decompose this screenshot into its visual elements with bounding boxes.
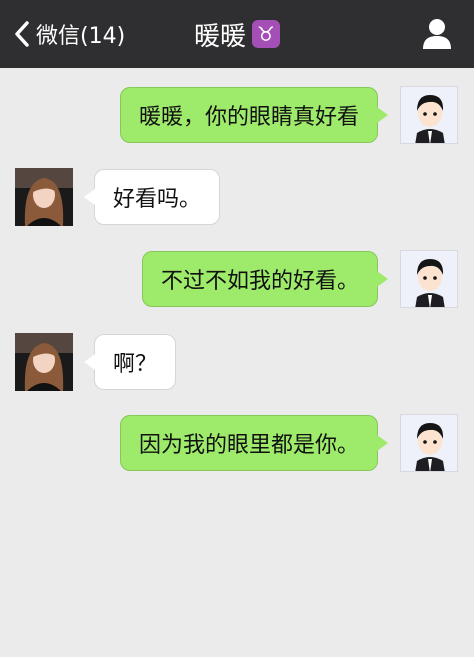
avatar[interactable] [400,250,458,308]
back-button[interactable]: 微信(14) [14,0,125,68]
girl-photo-avatar-icon [15,333,73,391]
top-navigation-bar: 微信(14) 暖暖 ♉ [0,0,474,68]
avatar[interactable] [15,333,73,391]
message-bubble-incoming[interactable]: 好看吗。 [83,169,221,225]
cartoon-boy-avatar-icon [401,87,457,143]
message-bubble-outgoing[interactable]: 不过不如我的好看。 [141,251,389,307]
profile-button[interactable] [422,18,452,50]
message-bubble-incoming[interactable]: 啊？ [83,334,177,390]
chevron-left-icon [14,20,30,48]
person-icon [423,19,451,49]
message-bubble-outgoing[interactable]: 暖暖，你的眼睛真好看 [119,87,389,143]
message-bubble-outgoing[interactable]: 因为我的眼里都是你。 [119,415,389,471]
cartoon-boy-avatar-icon [401,415,457,471]
avatar[interactable] [400,414,458,472]
chat-title: 暖暖 [193,21,246,52]
cartoon-boy-avatar-icon [401,251,457,307]
taurus-icon: ♉ [252,20,280,48]
avatar[interactable] [400,86,458,144]
avatar[interactable] [15,168,73,226]
back-label: 微信(14) [36,24,126,49]
girl-photo-avatar-icon [15,168,73,226]
